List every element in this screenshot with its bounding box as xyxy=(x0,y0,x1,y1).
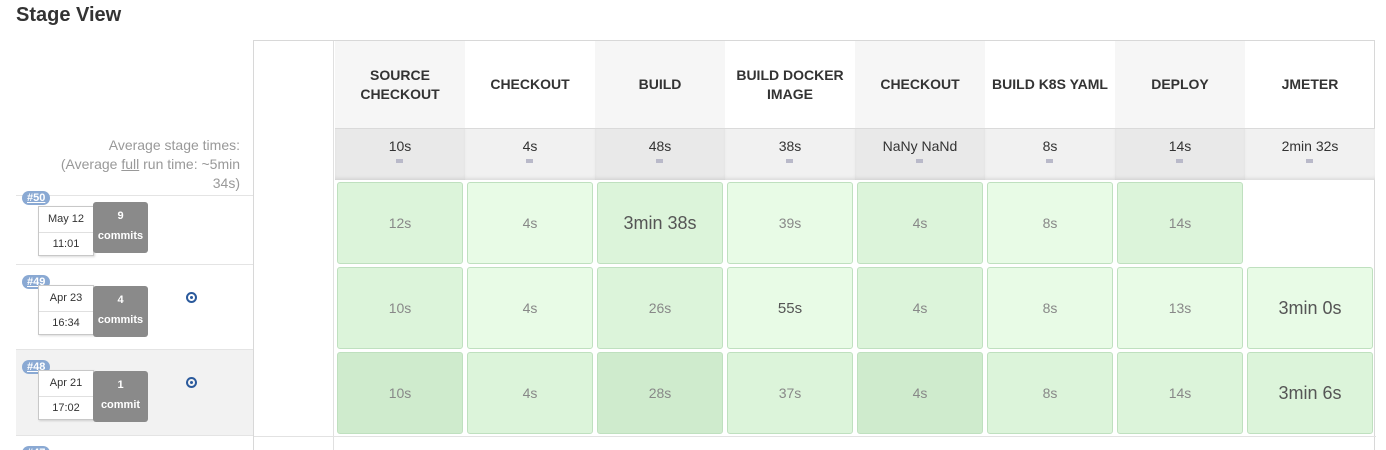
avg-bar xyxy=(916,159,923,163)
stage-cell[interactable]: 8s xyxy=(987,267,1113,349)
avg-bar xyxy=(1176,159,1183,163)
stage-cell[interactable]: 4s xyxy=(857,267,983,349)
avg-bar xyxy=(1046,159,1053,163)
stage-view-table: SOURCE CHECKOUT 10s 12s 10s 10s CHECKOUT… xyxy=(253,40,1376,450)
stage-header: DEPLOY xyxy=(1115,41,1245,128)
stage-cell[interactable]: 39s xyxy=(727,182,853,264)
stage-average: NaNy NaNd xyxy=(855,128,985,180)
stage-cell[interactable]: 10s xyxy=(337,352,463,434)
stage-cell[interactable]: 55s xyxy=(727,267,853,349)
stage-column: CHECKOUT 4s 4s 4s 4s xyxy=(465,41,595,450)
stage-cell[interactable]: 3min 38s xyxy=(597,182,723,264)
build-number-link[interactable]: #47 xyxy=(22,446,51,450)
stage-average: 14s xyxy=(1115,128,1245,180)
build-date-box: Apr 23 16:34 xyxy=(38,285,94,335)
stage-cell[interactable]: 14s xyxy=(1117,352,1243,434)
stage-cell[interactable]: 13s xyxy=(1117,267,1243,349)
build-date: Apr 23 xyxy=(49,292,83,304)
stage-column: BUILD DOCKER IMAGE 38s 39s 55s 37s xyxy=(725,41,855,450)
build-date-box: Apr 21 17:02 xyxy=(38,370,94,420)
stage-average: 38s xyxy=(725,128,855,180)
stage-cell[interactable]: 28s xyxy=(597,352,723,434)
commit-count: 4 xyxy=(117,294,124,306)
changes-button[interactable]: 1 commit xyxy=(93,371,148,422)
stage-header: BUILD DOCKER IMAGE xyxy=(736,66,844,102)
build-date: May 12 xyxy=(47,213,85,225)
avg-bar xyxy=(1306,159,1313,163)
avg-label-line3: 34s) xyxy=(212,175,240,191)
commit-count: 1 xyxy=(117,379,124,391)
build-row-49: #49 Apr 23 16:34 4 commits xyxy=(16,264,254,349)
stage-average: 4s xyxy=(465,128,595,180)
build-time: 16:34 xyxy=(52,317,80,329)
stage-cell[interactable]: 10s xyxy=(337,267,463,349)
stage-header: BUILD xyxy=(595,41,725,128)
stage-average: 2min 32s xyxy=(1245,128,1375,180)
build-date: Apr 21 xyxy=(49,377,83,389)
build-info-icon[interactable] xyxy=(186,377,197,388)
avg-bar xyxy=(786,159,793,163)
average-stage-times-label: Average stage times: (Average full run t… xyxy=(16,136,240,193)
commit-label: commits xyxy=(97,230,144,242)
build-number-link[interactable]: #50 xyxy=(22,191,51,205)
stage-header: JMETER xyxy=(1281,76,1339,92)
build-date-box: May 12 11:01 xyxy=(38,206,94,256)
stage-cell-empty xyxy=(1247,182,1373,264)
build-row-48: #48 Apr 21 17:02 1 commit xyxy=(16,349,254,435)
changes-button[interactable]: 9 commits xyxy=(93,202,148,253)
stage-cell[interactable]: 4s xyxy=(467,267,593,349)
row-separator xyxy=(254,436,1376,437)
stage-column: DEPLOY 14s 14s 13s 14s xyxy=(1115,41,1245,450)
stage-cell[interactable]: 8s xyxy=(987,182,1113,264)
stage-cell[interactable]: 3min 0s xyxy=(1247,267,1373,349)
stage-cell[interactable]: 4s xyxy=(467,182,593,264)
stage-column: BUILD 48s 3min 38s 26s 28s xyxy=(595,41,725,450)
stage-column: BUILD K8S YAML 8s 8s 8s 8s xyxy=(985,41,1115,450)
avg-bar xyxy=(526,159,533,163)
build-row-50: #50 May 12 11:01 9 commits xyxy=(16,191,254,264)
table-spacer-column xyxy=(254,41,334,450)
build-time: 11:01 xyxy=(52,238,80,250)
avg-label-line1: Average stage times: xyxy=(108,137,240,153)
stage-average: 10s xyxy=(335,128,465,180)
stage-cell[interactable]: 4s xyxy=(857,352,983,434)
stage-column: JMETER 2min 32s 3min 0s 3min 6s xyxy=(1245,41,1375,450)
stage-header: CHECKOUT xyxy=(490,76,570,92)
changes-button[interactable]: 4 commits xyxy=(93,286,148,337)
stage-average: 48s xyxy=(595,128,725,180)
build-row-47: #47 xyxy=(16,435,254,450)
commit-label: commits xyxy=(97,314,144,326)
stage-column: CHECKOUT NaNy NaNd 4s 4s 4s xyxy=(855,41,985,450)
full-run-link[interactable]: full xyxy=(121,156,139,172)
build-info-icon[interactable] xyxy=(186,292,197,303)
stage-header: BUILD K8S YAML xyxy=(992,76,1108,92)
build-history-panel: Average stage times: (Average full run t… xyxy=(0,0,254,450)
stage-header: SOURCE CHECKOUT xyxy=(335,41,465,128)
commit-count: 9 xyxy=(117,210,124,222)
stage-header: CHECKOUT xyxy=(855,41,985,128)
stage-cell[interactable]: 37s xyxy=(727,352,853,434)
avg-label-line2: (Average full run time: ~5min xyxy=(60,156,240,172)
avg-bar xyxy=(656,159,663,163)
build-time: 17:02 xyxy=(52,402,80,414)
avg-bar xyxy=(396,159,403,163)
stage-cell[interactable]: 4s xyxy=(467,352,593,434)
stage-cell[interactable]: 14s xyxy=(1117,182,1243,264)
stage-average: 8s xyxy=(985,128,1115,180)
stage-cell[interactable]: 26s xyxy=(597,267,723,349)
stage-cell[interactable]: 3min 6s xyxy=(1247,352,1373,434)
commit-label: commit xyxy=(100,399,141,411)
stage-cell[interactable]: 4s xyxy=(857,182,983,264)
stage-column: SOURCE CHECKOUT 10s 12s 10s 10s xyxy=(335,41,465,450)
stage-cell[interactable]: 12s xyxy=(337,182,463,264)
stage-cell[interactable]: 8s xyxy=(987,352,1113,434)
